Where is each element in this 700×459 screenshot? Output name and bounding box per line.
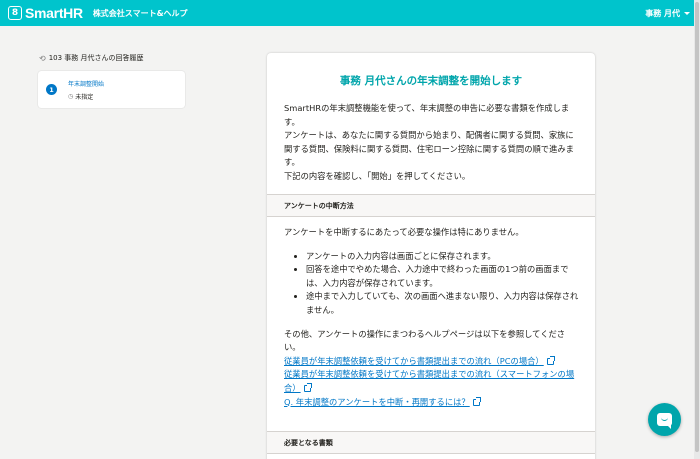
company-name: 株式会社スマート&ヘルプ — [92, 8, 188, 18]
caret-down-icon — [684, 11, 690, 15]
section-required-docs: 必要となる書類 — [267, 431, 595, 454]
section-lead: アンケートを中断するにあたって必要な操作は特にありません。 — [284, 227, 524, 237]
suspend-bullets: アンケートの入力内容は画面ごとに保存されます。 回答を途中でやめた場合、入力途中… — [284, 250, 580, 318]
external-link-icon — [303, 382, 312, 392]
help-link-pc-label: 従業員が年末調整依頼を受けてから書類提出までの流れ（PCの場合） — [284, 355, 544, 366]
answer-history-label: 103 事務 月代さんの回答履歴 — [48, 54, 144, 62]
help-link-pc[interactable]: 従業員が年末調整依頼を受けてから書類提出までの流れ（PCの場合） — [284, 355, 580, 369]
list-item: 回答を途中でやめた場合、入力途中で終わった画面の1つ前の画面までは、入力内容が保… — [306, 263, 580, 290]
list-item: アンケートの入力内容は画面ごとに保存されます。 — [306, 250, 580, 264]
external-link-icon — [472, 396, 481, 406]
help-link-suspend-resume-label: Q. 年末調整のアンケートを中断・再開するには？ — [284, 396, 470, 407]
logo-mark-icon: 8 — [8, 6, 22, 20]
logo-text: SmartHR — [25, 5, 83, 21]
answer-history-title: ⟲ 103 事務 月代さんの回答履歴 — [39, 53, 144, 63]
external-link-icon — [546, 355, 555, 365]
list-item: 途中まで入力していても、次の画面へ進まない限り、入力内容は保存されません。 — [306, 290, 580, 317]
help-link-smartphone[interactable]: 従業員が年末調整依頼を受けてから書類提出までの流れ（スマートフォンの場合） — [284, 368, 580, 395]
scrollbar-thumb[interactable] — [695, 2, 699, 452]
help-links: 従業員が年末調整依頼を受けてから書類提出までの流れ（PCの場合） 従業員が年末調… — [284, 355, 580, 409]
help-link-smartphone-label: 従業員が年末調整依頼を受けてから書類提出までの流れ（スマートフォンの場合） — [284, 369, 575, 393]
section-suspend-body: アンケートを中断するにあたって必要な操作は特にありません。 アンケートの入力内容… — [284, 226, 580, 409]
section-heading: 必要となる書類 — [267, 431, 595, 454]
help-link-suspend-resume[interactable]: Q. 年末調整のアンケートを中断・再開するには？ — [284, 396, 580, 410]
section-heading: アンケートの中断方法 — [267, 194, 595, 217]
clock-icon: ◷ — [68, 92, 74, 100]
step-status-label: 未指定 — [75, 93, 94, 101]
intro-text: SmartHRの年末調整機能を使って、年末調整の申告に必要な書類を作成します。 … — [284, 102, 578, 184]
page-title: 事務 月代さんの年末調整を開始します — [339, 75, 523, 87]
help-note: その他、アンケートの操作にまつわるヘルプページは以下を参照してください。 — [284, 328, 566, 353]
top-header: 8 SmartHR 株式会社スマート&ヘルプ 事務 月代 — [0, 0, 700, 26]
page-scrollbar[interactable] — [694, 0, 700, 459]
intro-paragraph: SmartHRの年末調整機能を使って、年末調整の申告に必要な書類を作成します。 — [284, 103, 570, 127]
intro-paragraph: 下記の内容を確認し、「開始」を押してください。 — [284, 170, 471, 181]
step-status: ◷ 未指定 — [68, 92, 104, 101]
intro-paragraph: アンケートは、あなたに関する質問から始まり、配偶者に関する質問、家族に関する質問… — [284, 130, 574, 168]
step-number-badge: 1 — [46, 84, 57, 95]
chat-icon — [657, 413, 672, 429]
step-name-link[interactable]: 年末調整開始 — [68, 79, 104, 88]
user-name: 事務 月代 — [645, 8, 680, 18]
smarthr-logo[interactable]: 8 SmartHR — [8, 5, 83, 21]
history-item-1[interactable]: 1 年末調整開始 ◷ 未指定 — [38, 71, 185, 108]
start-panel: 事務 月代さんの年末調整を開始します SmartHRの年末調整機能を使って、年末… — [267, 53, 595, 459]
section-suspend: アンケートの中断方法 — [267, 194, 595, 217]
user-menu[interactable]: 事務 月代 — [645, 0, 690, 26]
history-icon: ⟲ — [39, 53, 46, 63]
chat-button[interactable] — [648, 403, 681, 436]
